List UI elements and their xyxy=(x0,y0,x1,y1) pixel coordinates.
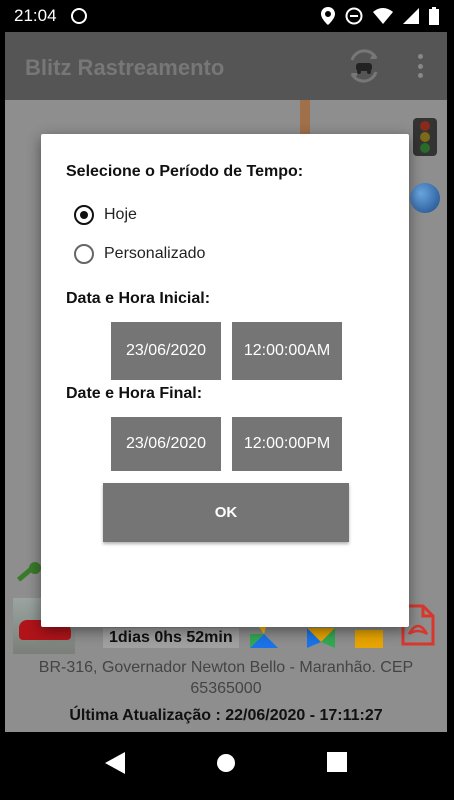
start-time-button[interactable]: 12:00:00AM xyxy=(232,322,342,380)
app-bar: Blitz Rastreamento xyxy=(5,32,447,100)
wifi-icon xyxy=(373,8,393,24)
traffic-light-icon[interactable] xyxy=(413,118,437,156)
address-text: BR-316, Governador Newton Bello - Maranh… xyxy=(38,659,414,697)
ok-button[interactable]: OK xyxy=(103,483,349,542)
status-icons xyxy=(321,7,439,25)
start-section-label: Data e Hora Inicial: xyxy=(66,290,211,307)
radio-label: Personalizado xyxy=(104,245,206,262)
do-not-disturb-icon xyxy=(345,7,363,25)
key-icon xyxy=(16,562,41,582)
start-date-button[interactable]: 23/06/2020 xyxy=(111,322,221,380)
sync-status-icon xyxy=(71,8,87,24)
recent-apps-icon[interactable] xyxy=(327,752,347,772)
overflow-menu-icon[interactable] xyxy=(415,54,425,78)
screen: 21:04 Blitz Rastreamento 1dias 0hs 52min… xyxy=(5,0,447,800)
period-dialog: Selecione o Período de Tempo: Hoje Perso… xyxy=(41,134,409,627)
app-title: Blitz Rastreamento xyxy=(25,55,225,80)
dialog-title: Selecione o Período de Tempo: xyxy=(66,163,304,180)
home-icon[interactable] xyxy=(215,752,237,774)
end-date-button[interactable]: 23/06/2020 xyxy=(111,417,221,471)
back-icon[interactable] xyxy=(105,752,125,774)
radio-label: Hoje xyxy=(104,206,137,223)
status-bar: 21:04 xyxy=(5,0,447,32)
status-time: 21:04 xyxy=(14,6,57,25)
battery-icon xyxy=(429,7,439,25)
location-icon xyxy=(321,7,335,25)
end-section-label: Date e Hora Final: xyxy=(66,385,203,402)
radio-button-checked[interactable] xyxy=(74,205,94,225)
globe-icon[interactable] xyxy=(410,183,440,213)
navigation-bar xyxy=(5,732,447,800)
radio-button-unchecked[interactable] xyxy=(74,244,94,264)
end-time-button[interactable]: 12:00:00PM xyxy=(232,417,342,471)
signal-icon xyxy=(403,8,419,24)
last-update-text: Última Atualização : 22/06/2020 - 17:11:… xyxy=(69,707,383,724)
radio-option-hoje[interactable]: Hoje xyxy=(74,202,137,228)
refresh-vehicle-icon[interactable] xyxy=(344,46,384,86)
tracking-duration: 1dias 0hs 52min xyxy=(103,628,239,648)
radio-option-personalizado[interactable]: Personalizado xyxy=(74,241,205,267)
